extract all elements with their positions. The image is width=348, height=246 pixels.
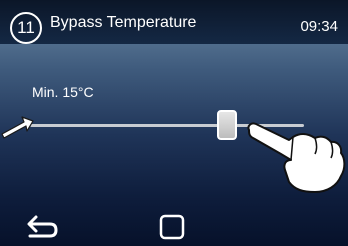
clock: 09:34 <box>300 18 338 35</box>
square-home-icon <box>159 214 185 240</box>
temperature-slider-thumb[interactable] <box>217 110 237 140</box>
slider-min-label: Min. 15°C <box>32 84 94 100</box>
home-button[interactable] <box>158 213 186 241</box>
back-arrow-icon <box>27 215 58 238</box>
header-bar: 11 Bypass Temperature 09:34 <box>0 0 348 44</box>
step-number-badge: 11 <box>10 12 42 44</box>
pointing-hand-icon <box>247 122 346 193</box>
callout-arrow-icon <box>1 116 34 139</box>
page-title: Bypass Temperature <box>50 14 197 31</box>
back-button[interactable] <box>22 210 62 242</box>
